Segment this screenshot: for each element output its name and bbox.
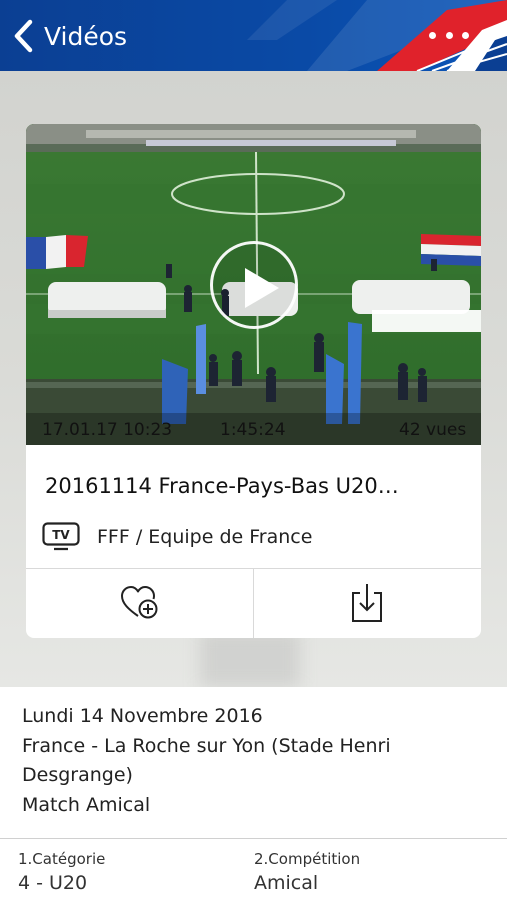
category-label: 1.Catégorie xyxy=(18,850,106,868)
video-duration: 1:45:24 xyxy=(220,420,286,440)
match-type: Match Amical xyxy=(22,794,151,816)
action-row xyxy=(26,568,481,638)
top-bar: Vidéos xyxy=(0,0,507,71)
chevron-left-icon xyxy=(14,19,33,53)
video-date-time: 17.01.17 10:23 xyxy=(42,420,173,440)
tv-icon: TV xyxy=(42,522,80,551)
svg-text:TV: TV xyxy=(52,528,70,542)
back-button[interactable]: Vidéos xyxy=(12,18,142,54)
video-meta-bar: 17.01.17 10:23 1:45:24 42 vues xyxy=(26,413,481,445)
more-dot xyxy=(429,31,436,39)
more-button[interactable] xyxy=(429,26,469,44)
heart-plus-icon xyxy=(121,586,158,619)
video-title: 20161114 France-Pays-Bas U20… xyxy=(45,474,399,498)
play-button[interactable] xyxy=(210,241,298,329)
download-button[interactable] xyxy=(254,569,481,638)
category-value: 4 - U20 xyxy=(18,872,88,894)
match-date: Lundi 14 Novembre 2016 xyxy=(22,705,263,727)
video-views: 42 vues xyxy=(399,420,467,440)
more-dot xyxy=(445,31,453,39)
competition-label: 2.Compétition xyxy=(254,850,361,868)
back-label: Vidéos xyxy=(44,21,128,51)
play-icon xyxy=(245,268,279,308)
competition-value: Amical xyxy=(254,872,319,894)
blur-shadow xyxy=(200,631,300,687)
match-details: Lundi 14 Novembre 2016 France - La Roche… xyxy=(0,687,507,839)
add-favorite-button[interactable] xyxy=(26,569,253,638)
channel-name[interactable]: FFF / Equipe de France xyxy=(97,526,312,548)
match-location: France - La Roche sur Yon (Stade Henri D… xyxy=(22,735,391,786)
video-info-fields: 1.Catégorie 4 - U20 2.Compétition Amical xyxy=(0,840,507,900)
more-dot xyxy=(462,31,469,39)
video-thumbnail[interactable]: 17.01.17 10:23 1:45:24 42 vues xyxy=(26,124,481,445)
video-card: 17.01.17 10:23 1:45:24 42 vues 20161114 … xyxy=(26,124,481,638)
download-icon xyxy=(352,584,382,622)
